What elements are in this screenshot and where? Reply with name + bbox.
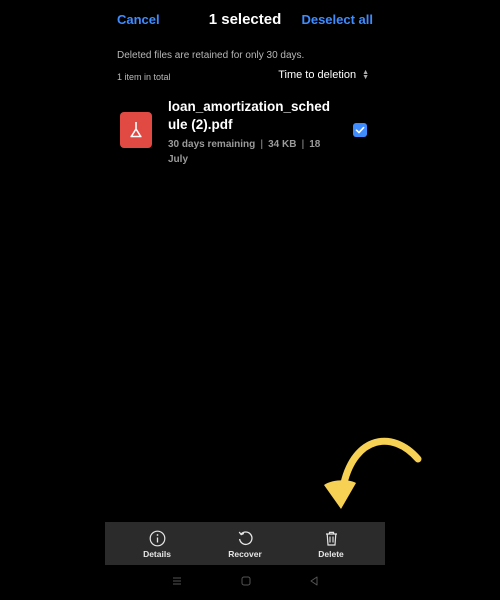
system-navigation-bar (105, 566, 385, 600)
sort-arrows-icon: ▲ ▼ (362, 69, 369, 81)
file-list-item[interactable]: loan_amortization_schedule (2).pdf 30 da… (105, 94, 385, 174)
details-label: Details (143, 549, 171, 559)
home-icon[interactable] (240, 575, 252, 587)
file-select-checkbox[interactable] (353, 123, 367, 137)
item-count: 1 item in total (117, 72, 171, 82)
back-icon[interactable] (308, 575, 320, 587)
file-size: 34 KB (268, 139, 297, 150)
recover-button[interactable]: Recover (205, 522, 285, 565)
menu-icon[interactable] (171, 575, 183, 587)
sort-dropdown[interactable]: Time to deletion ▲ ▼ (278, 69, 369, 81)
file-remaining: 30 days remaining (168, 139, 256, 150)
delete-button[interactable]: Delete (291, 522, 371, 565)
meta-separator: | (301, 139, 305, 150)
selection-header: Cancel 1 selected Deselect all (105, 0, 385, 42)
checkmark-icon (355, 126, 365, 134)
delete-label: Delete (318, 549, 344, 559)
recover-icon (238, 531, 253, 545)
deselect-all-button[interactable]: Deselect all (301, 12, 373, 27)
recycle-bin-screen: Cancel 1 selected Deselect all Deleted f… (105, 0, 422, 600)
curved-arrow-annotation-icon (324, 437, 422, 509)
recover-label: Recover (228, 549, 262, 559)
info-icon (149, 530, 165, 547)
pdf-file-icon (120, 112, 152, 148)
details-button[interactable]: Details (117, 522, 197, 565)
bottom-action-bar: Details Recover Delete (105, 522, 385, 565)
sort-label: Time to deletion (278, 69, 357, 81)
retention-notice: Deleted files are retained for only 30 d… (117, 50, 305, 61)
file-meta: 30 days remaining | 34 KB | 18 July (168, 137, 338, 167)
trash-icon (325, 531, 337, 546)
file-name: loan_amortization_schedule (2).pdf (168, 99, 331, 132)
meta-separator: | (260, 139, 264, 150)
